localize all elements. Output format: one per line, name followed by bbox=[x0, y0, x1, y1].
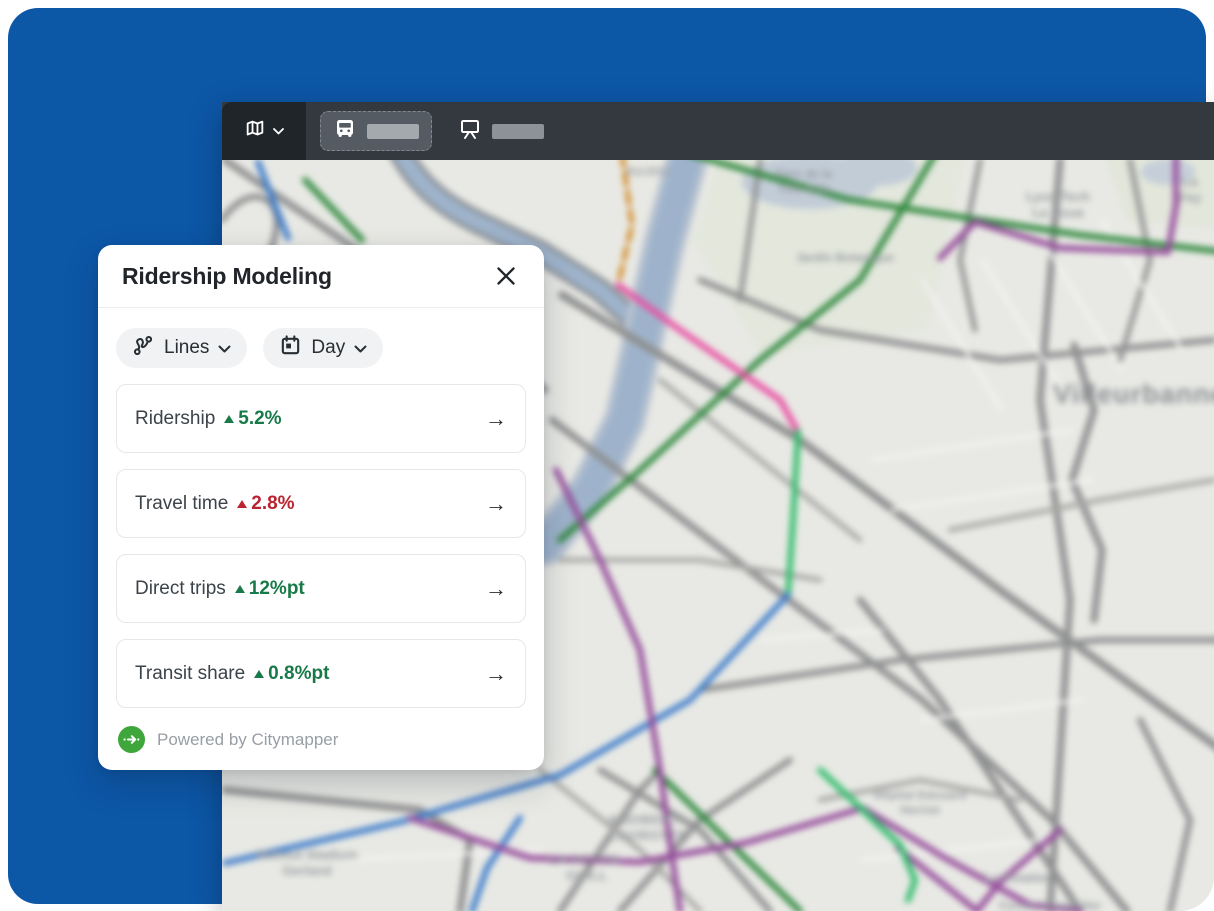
map-label: Parc de la Tête d'Or bbox=[775, 167, 833, 196]
tab-label-placeholder bbox=[367, 123, 419, 139]
lines-filter-button[interactable]: Lines bbox=[116, 328, 248, 368]
map-icon bbox=[244, 118, 266, 145]
panel-footer: Powered by Citymapper bbox=[116, 726, 526, 753]
map-label: Matmut Stadium Gerland bbox=[256, 846, 358, 878]
trend-up-icon bbox=[234, 584, 245, 593]
metric-delta: 2.8% bbox=[237, 493, 295, 515]
tab-stops[interactable] bbox=[446, 112, 556, 150]
map-label: La Fey bbox=[1178, 173, 1202, 205]
map-label: Hôpital Edouard Herriot bbox=[873, 788, 967, 817]
metric-label: Travel time bbox=[135, 492, 229, 514]
metric-label: Transit share bbox=[135, 662, 246, 684]
map-label: Villeurbanne bbox=[1053, 379, 1214, 410]
map-label: LA PETITE- GUILL bbox=[549, 851, 625, 883]
metric-label: Ridership bbox=[135, 407, 216, 429]
tab-bus-lines[interactable] bbox=[320, 111, 432, 151]
panel-body: Lines Day Ridership 5.2% → Travel time 2… bbox=[98, 308, 544, 753]
calendar-icon bbox=[279, 334, 302, 363]
arrow-right-icon: → bbox=[485, 575, 507, 601]
map-label: Centre hospitalier bbox=[998, 898, 1102, 911]
panel-title: Ridership Modeling bbox=[122, 262, 332, 289]
map-label: Jardin Botanique bbox=[795, 250, 895, 265]
stop-sign-icon bbox=[458, 117, 482, 146]
panel-header: Ridership Modeling bbox=[98, 245, 544, 308]
close-icon bbox=[497, 267, 515, 285]
map-toolbar bbox=[222, 102, 1214, 160]
metric-label: Direct trips bbox=[135, 577, 226, 599]
lines-filter-label: Lines bbox=[164, 337, 210, 358]
metric-row-travel-time[interactable]: Travel time 2.8% → bbox=[116, 469, 526, 538]
day-filter-label: Day bbox=[311, 337, 346, 358]
trend-up-icon bbox=[254, 669, 265, 678]
ridership-modeling-panel: Ridership Modeling Lines Day Ridership 5… bbox=[98, 245, 544, 770]
arrow-right-icon: → bbox=[485, 660, 507, 686]
metric-delta: 12%pt bbox=[234, 578, 305, 600]
map-label: AUDIBERT - LAVIROTTE bbox=[607, 811, 689, 843]
bus-icon bbox=[333, 117, 357, 146]
metric-row-ridership[interactable]: Ridership 5.2% → bbox=[116, 384, 526, 453]
map-label: Lyon Tech La Doua bbox=[1026, 188, 1090, 220]
chevron-down-icon bbox=[354, 337, 367, 359]
filter-row: Lines Day bbox=[116, 328, 526, 368]
metric-row-direct-trips[interactable]: Direct trips 12%pt → bbox=[116, 554, 526, 623]
arrow-right-icon: → bbox=[485, 405, 507, 431]
tab-label-placeholder bbox=[492, 123, 544, 139]
day-filter-button[interactable]: Day bbox=[263, 328, 384, 368]
screenshot-canvas: Parc de la Tête d'Or Lyon Tech La Doua L… bbox=[0, 0, 1214, 911]
chevron-down-icon bbox=[218, 337, 231, 359]
arrow-right-icon: → bbox=[485, 490, 507, 516]
metric-row-transit-share[interactable]: Transit share 0.8%pt → bbox=[116, 639, 526, 708]
trend-up-icon bbox=[237, 499, 248, 508]
close-button[interactable] bbox=[492, 262, 520, 290]
chevron-down-icon bbox=[273, 122, 284, 140]
map-style-button[interactable] bbox=[222, 102, 306, 160]
metric-delta: 5.2% bbox=[224, 408, 282, 430]
map-label: Le Vinatier bbox=[983, 869, 1051, 885]
powered-by-text: Powered by Citymapper bbox=[157, 729, 339, 749]
trend-up-icon bbox=[224, 414, 235, 423]
route-icon bbox=[132, 334, 155, 363]
map-label: AUJOU bbox=[625, 164, 671, 179]
citymapper-logo-icon bbox=[118, 726, 145, 753]
metric-delta: 0.8%pt bbox=[254, 663, 329, 685]
